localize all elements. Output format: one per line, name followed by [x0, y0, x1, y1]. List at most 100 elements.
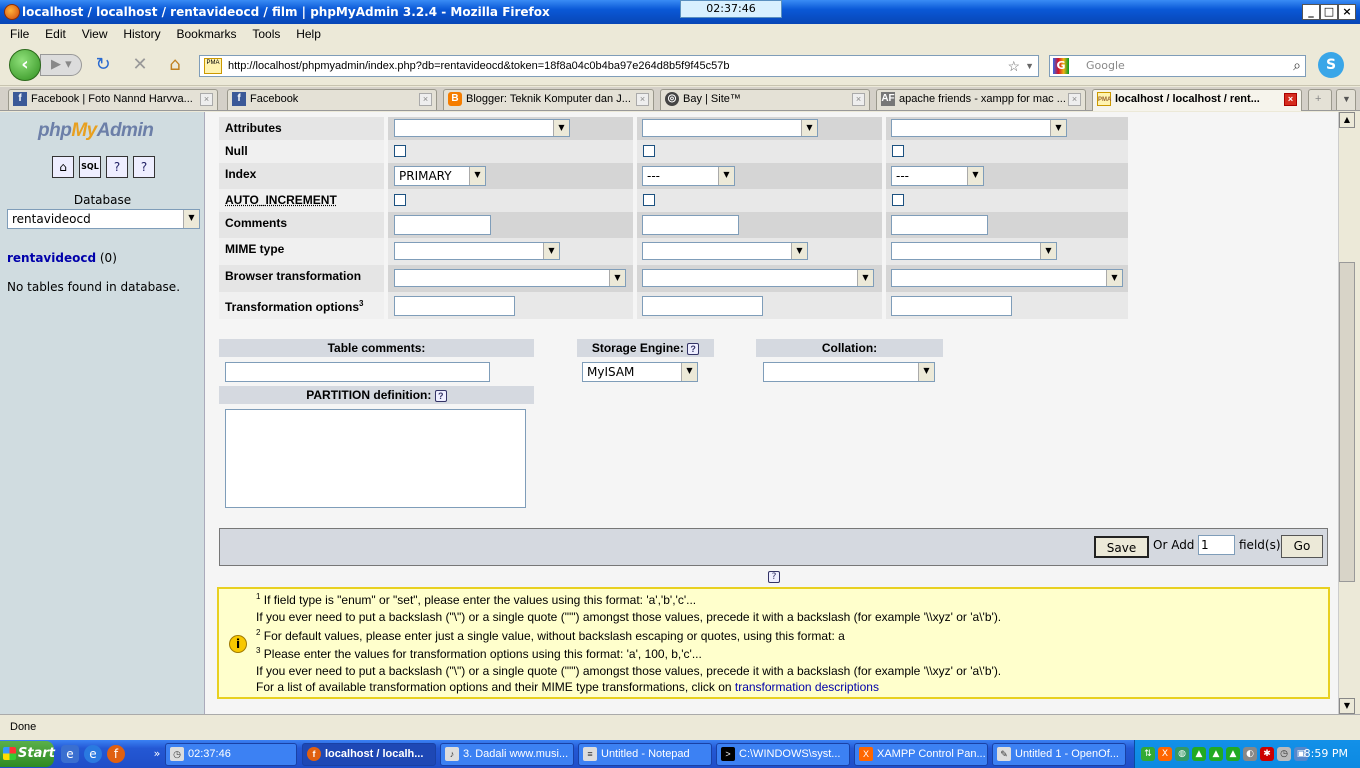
vertical-scrollbar[interactable]: ▲ ▼	[1338, 112, 1355, 714]
collation-select[interactable]: ▼	[763, 362, 935, 382]
tray-globe-icon[interactable]: ◍	[1175, 747, 1189, 761]
bookmark-star-icon[interactable]: ☆	[1007, 56, 1020, 76]
index-select-3[interactable]: --- ▼	[891, 166, 984, 186]
comments-input-3[interactable]	[891, 215, 988, 235]
storage-engine-select[interactable]: MyISAM ▼	[582, 362, 698, 382]
task-cmd[interactable]: > C:\WINDOWS\syst...	[716, 743, 850, 766]
transformation-options-input-3[interactable]	[891, 296, 1012, 316]
search-bar[interactable]: G Google ⌕	[1049, 55, 1306, 77]
quicklaunch-browser-icon[interactable]: e	[84, 745, 102, 763]
url-dropdown-icon[interactable]: ▼	[1025, 56, 1034, 76]
scroll-down-icon[interactable]: ▼	[1339, 698, 1355, 714]
task-firefox[interactable]: f localhost / localh...	[302, 743, 436, 766]
tab-blogger[interactable]: B Blogger: Teknik Komputer dan J... ×	[443, 89, 654, 110]
home-icon[interactable]: ⌂	[52, 156, 74, 178]
start-button[interactable]: Start	[0, 741, 55, 767]
stop-icon[interactable]: ✕	[129, 54, 151, 76]
tray-clock-icon[interactable]: ◷	[1277, 747, 1291, 761]
null-checkbox-2[interactable]	[643, 145, 655, 157]
quicklaunch-expand-icon[interactable]: »	[148, 745, 166, 763]
menu-history[interactable]: History	[117, 24, 166, 44]
close-tab-icon[interactable]: ×	[1068, 93, 1081, 106]
tray-speaker-icon[interactable]: ◐	[1243, 747, 1257, 761]
comments-input-1[interactable]	[394, 215, 491, 235]
google-icon[interactable]: G	[1053, 58, 1069, 74]
index-select-1[interactable]: PRIMARY ▼	[394, 166, 486, 186]
minimize-button[interactable]: _	[1302, 4, 1320, 20]
transformation-options-input-1[interactable]	[394, 296, 515, 316]
go-button[interactable]: Go	[1281, 535, 1323, 558]
database-link[interactable]: rentavideocd	[7, 251, 96, 265]
close-tab-icon[interactable]: ×	[1284, 93, 1297, 106]
tab-list-icon[interactable]: ▼	[1336, 89, 1356, 110]
menu-bookmarks[interactable]: Bookmarks	[170, 24, 242, 44]
close-tab-icon[interactable]: ×	[200, 93, 213, 106]
menu-view[interactable]: View	[76, 24, 114, 44]
tray-green-icon-2[interactable]: ▲	[1209, 747, 1223, 761]
tray-green-icon[interactable]: ▲	[1192, 747, 1206, 761]
mysql-docs-icon[interactable]: ?	[133, 156, 155, 178]
forward-button[interactable]: ▶ ▾	[40, 54, 82, 76]
back-button[interactable]: ‹	[9, 49, 41, 81]
task-openoffice[interactable]: ✎ Untitled 1 - OpenOf...	[992, 743, 1126, 766]
null-checkbox-1[interactable]	[394, 145, 406, 157]
close-tab-icon[interactable]: ×	[636, 93, 649, 106]
mime-select-3[interactable]: ▼	[891, 242, 1057, 260]
task-clock[interactable]: ◷ 02:37:46	[165, 743, 297, 766]
scrollbar-thumb[interactable]	[1339, 262, 1355, 582]
tab-apache-friends[interactable]: AF apache friends - xampp for mac ... ×	[876, 89, 1086, 110]
transformation-descriptions-link[interactable]: transformation descriptions	[735, 680, 879, 694]
task-xampp[interactable]: X XAMPP Control Pan...	[854, 743, 988, 766]
tab-bay-site[interactable]: ◎ Bay | Site™ ×	[660, 89, 870, 110]
help-icon[interactable]: ?	[768, 571, 780, 583]
add-fields-count-input[interactable]: 1	[1198, 535, 1235, 555]
auto-increment-checkbox-1[interactable]	[394, 194, 406, 206]
tray-xampp-icon[interactable]: X	[1158, 747, 1172, 761]
comments-input-2[interactable]	[642, 215, 739, 235]
browser-transformation-select-3[interactable]: ▼	[891, 269, 1123, 287]
tab-facebook-foto[interactable]: f Facebook | Foto Nannd Harvva... ×	[8, 89, 218, 110]
attributes-select-1[interactable]: ▼	[394, 119, 570, 137]
quicklaunch-ie-icon[interactable]: e	[61, 745, 79, 763]
table-comments-input[interactable]	[225, 362, 490, 382]
menu-edit[interactable]: Edit	[39, 24, 72, 44]
save-button[interactable]: Save	[1094, 536, 1149, 558]
phpmyadmin-logo[interactable]: phpMyAdmin	[38, 120, 154, 142]
mime-select-1[interactable]: ▼	[394, 242, 560, 260]
search-icon[interactable]: ⌕	[1293, 56, 1301, 76]
attributes-select-3[interactable]: ▼	[891, 119, 1067, 137]
tray-network-icon[interactable]: ⇅	[1141, 747, 1155, 761]
browser-transformation-select-2[interactable]: ▼	[642, 269, 874, 287]
auto-increment-checkbox-2[interactable]	[643, 194, 655, 206]
attributes-select-2[interactable]: ▼	[642, 119, 818, 137]
quicklaunch-firefox-icon[interactable]: f	[107, 745, 125, 763]
reload-icon[interactable]: ↻	[92, 54, 114, 76]
menu-help[interactable]: Help	[290, 24, 327, 44]
mime-select-2[interactable]: ▼	[642, 242, 808, 260]
index-select-2[interactable]: --- ▼	[642, 166, 735, 186]
documentation-icon[interactable]: ?	[106, 156, 128, 178]
close-tab-icon[interactable]: ×	[852, 93, 865, 106]
null-checkbox-3[interactable]	[892, 145, 904, 157]
task-notepad[interactable]: ≡ Untitled - Notepad	[578, 743, 712, 766]
maximize-button[interactable]: □	[1320, 4, 1338, 20]
new-tab-button[interactable]: +	[1308, 89, 1332, 110]
url-bar[interactable]: PMA http://localhost/phpmyadmin/index.ph…	[199, 55, 1039, 77]
help-icon[interactable]: ?	[687, 342, 700, 355]
tray-bug-icon[interactable]: ✱	[1260, 747, 1274, 761]
sql-query-icon[interactable]: SQL	[79, 156, 101, 178]
auto-increment-checkbox-3[interactable]	[892, 194, 904, 206]
menu-file[interactable]: File	[4, 24, 35, 44]
close-tab-icon[interactable]: ×	[419, 93, 432, 106]
partition-definition-textarea[interactable]	[225, 409, 526, 508]
tab-facebook[interactable]: f Facebook ×	[227, 89, 437, 110]
database-select[interactable]: rentavideocd ▼	[7, 209, 200, 229]
window-title-bar[interactable]: localhost / localhost / rentavideocd / f…	[0, 0, 1360, 24]
home-icon[interactable]: ⌂	[164, 54, 186, 76]
close-window-button[interactable]: ×	[1338, 4, 1356, 20]
task-music[interactable]: ♪ 3. Dadali www.musi...	[440, 743, 574, 766]
scroll-up-icon[interactable]: ▲	[1339, 112, 1355, 128]
tab-localhost-active[interactable]: PMA localhost / localhost / rent... ×	[1092, 89, 1302, 111]
skype-icon[interactable]: S	[1318, 52, 1344, 78]
browser-transformation-select-1[interactable]: ▼	[394, 269, 626, 287]
